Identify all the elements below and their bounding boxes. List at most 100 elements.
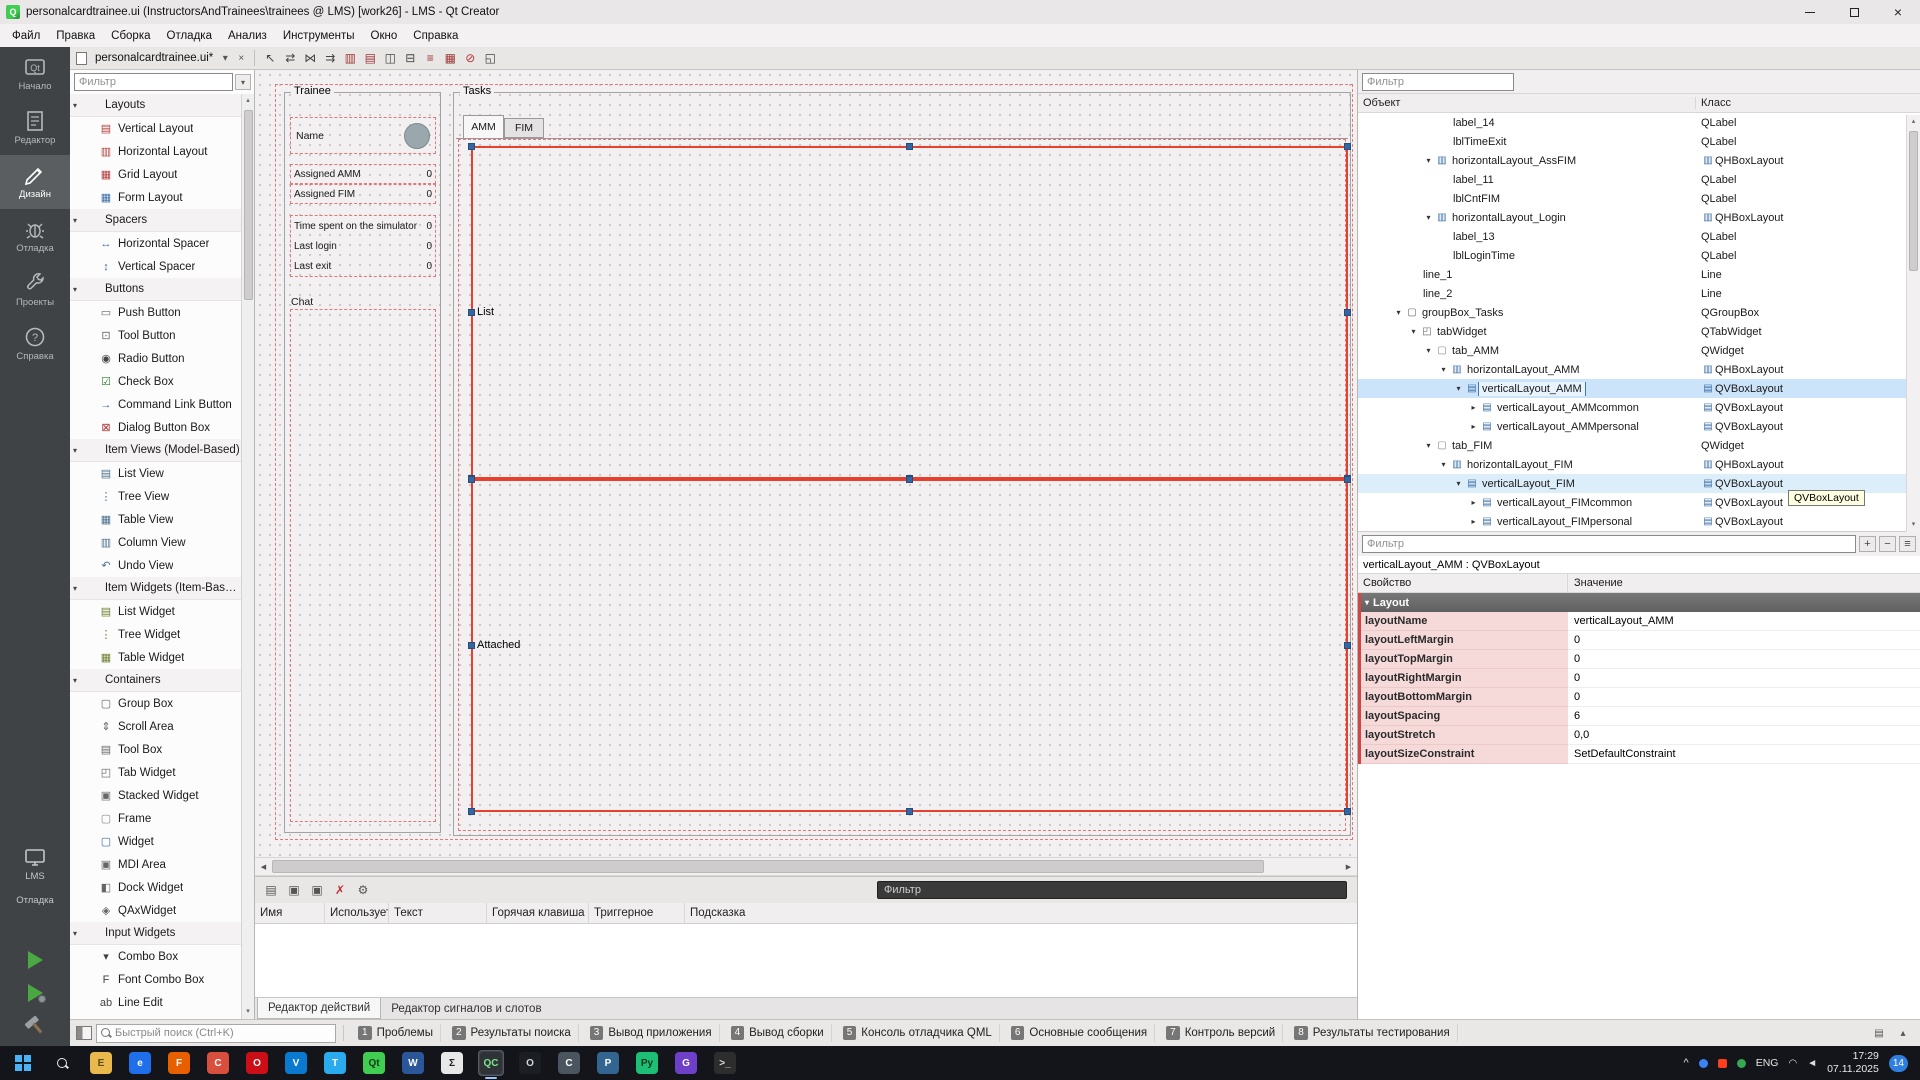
tab-fim[interactable]: FIM (504, 118, 544, 138)
taskbar-app-qt-designer[interactable]: Qt (361, 1050, 387, 1076)
new-action-button[interactable]: ▤ (261, 880, 281, 900)
resize-handle[interactable] (468, 808, 475, 815)
expand-arrow-icon[interactable]: ▾ (1452, 479, 1465, 488)
tasks-groupbox[interactable]: Tasks AMM FIM List Attached (453, 92, 1351, 836)
widget-input-widgets[interactable]: ▾ Input Widgets (70, 922, 241, 945)
scroll-up-icon[interactable]: ▴ (246, 94, 250, 108)
mode-отладка[interactable]: Отладка (0, 209, 70, 263)
configure-actions-button[interactable]: ⚙ (353, 880, 373, 900)
object-label-11[interactable]: label_11 QLabel (1358, 170, 1920, 189)
output-pane-контроль-версий[interactable]: 7 Контроль версий (1159, 1024, 1283, 1042)
widget-dock-widget[interactable]: ◧ Dock Widget (70, 876, 241, 899)
widget-dialog-button-box[interactable]: ⊠ Dialog Button Box (70, 416, 241, 439)
name-row[interactable]: Name (290, 117, 436, 154)
output-pane-вывод-приложения[interactable]: 3 Вывод приложения (583, 1024, 720, 1042)
widget-list-view[interactable]: ▤ List View (70, 462, 241, 485)
language-indicator[interactable]: ENG (1756, 1057, 1779, 1069)
object-tabwidget[interactable]: ▾ ◰ tabWidget QTabWidget (1358, 322, 1920, 341)
action-filter-input[interactable] (877, 881, 1347, 899)
object-tab-fim[interactable]: ▾ ▢ tab_FIM QWidget (1358, 436, 1920, 455)
taskbar-app-sigma[interactable]: Σ (439, 1050, 465, 1076)
object-tree-scrollbar[interactable]: ▴ ▾ (1906, 115, 1920, 532)
taskbar-app-explorer[interactable]: E (88, 1050, 114, 1076)
object-lblcntfim[interactable]: lblCntFIM QLabel (1358, 189, 1920, 208)
expand-arrow-icon[interactable]: ▸ (1467, 403, 1480, 412)
tab-action-editor[interactable]: Редактор действий (257, 998, 381, 1019)
layout-horizontally-tool[interactable]: ▥ (340, 48, 360, 68)
edit-signals-slots-tool[interactable]: ⇄ (280, 48, 300, 68)
widget-qaxwidget[interactable]: ◈ QAxWidget (70, 899, 241, 922)
hscroll-thumb[interactable] (272, 860, 1264, 873)
scroll-left-icon[interactable]: ◀ (255, 858, 272, 875)
network-icon[interactable]: ◠ (1788, 1058, 1797, 1069)
notification-badge[interactable]: 14 (1889, 1055, 1908, 1072)
scroll-right-icon[interactable]: ▶ (1340, 858, 1357, 875)
mode-дизайн[interactable]: Дизайн (0, 155, 70, 209)
column-property[interactable]: Свойство (1358, 574, 1568, 592)
property-layoutname[interactable]: layoutName verticalLayout_AMM (1358, 612, 1920, 631)
mode-проекты[interactable]: Проекты (0, 263, 70, 317)
resize-handle[interactable] (906, 808, 913, 815)
menu-файл[interactable]: Файл (4, 27, 48, 45)
property-options-button[interactable]: ≡ (1899, 536, 1916, 552)
column-текст[interactable]: Текст (389, 903, 487, 923)
output-pane-основные-сообщения[interactable]: 6 Основные сообщения (1004, 1024, 1155, 1042)
taskbar-app-edge[interactable]: e (127, 1050, 153, 1076)
layout-horizontal-splitter-tool[interactable]: ◫ (380, 48, 400, 68)
menu-анализ[interactable]: Анализ (220, 27, 275, 45)
object-label-13[interactable]: label_13 QLabel (1358, 227, 1920, 246)
output-pane-проблемы[interactable]: 1 Проблемы (351, 1024, 441, 1042)
sidebar-toggle-icon[interactable] (76, 1026, 92, 1040)
paste-action-button[interactable]: ▣ (307, 880, 327, 900)
widget-vertical-spacer[interactable]: ↕ Vertical Spacer (70, 255, 241, 278)
property-layoutspacing[interactable]: layoutSpacing 6 (1358, 707, 1920, 726)
selected-layout-attached[interactable]: Attached (471, 479, 1348, 812)
menu-правка[interactable]: Правка (48, 27, 103, 45)
edit-widgets-tool[interactable]: ↖ (260, 48, 280, 68)
widget-item-widgets-item-based[interactable]: ▾ Item Widgets (Item-Based) (70, 577, 241, 600)
widget-buttons[interactable]: ▾ Buttons (70, 278, 241, 301)
expand-arrow-icon[interactable]: ▾ (1452, 384, 1465, 393)
taskbar-search-button[interactable] (49, 1050, 75, 1076)
widget-horizontal-layout[interactable]: ▥ Horizontal Layout (70, 140, 241, 163)
delete-action-button[interactable]: ✗ (330, 880, 350, 900)
expand-arrow-icon[interactable]: ▾ (1392, 308, 1405, 317)
layout-vertical-splitter-tool[interactable]: ⊟ (400, 48, 420, 68)
taskbar-app-terminal[interactable]: >_ (712, 1050, 738, 1076)
locator-input[interactable] (115, 1027, 331, 1039)
expand-arrow-icon[interactable]: ▾ (1422, 213, 1435, 222)
tray-expand-icon[interactable]: ^ (1684, 1057, 1689, 1069)
edit-tab-order-tool[interactable]: ⇉ (320, 48, 340, 68)
taskbar-app-obs[interactable]: O (517, 1050, 543, 1076)
tab-signals-slots-editor[interactable]: Редактор сигналов и слотов (381, 998, 551, 1019)
column-value[interactable]: Значение (1568, 577, 1623, 589)
output-pane-консоль-отладчика-qml[interactable]: 5 Консоль отладчика QML (836, 1024, 1000, 1042)
column-триггерное[interactable]: Триггерное (589, 903, 685, 923)
scroll-down-icon[interactable]: ▾ (246, 1005, 250, 1019)
expand-arrow-icon[interactable]: ▾ (1422, 156, 1435, 165)
property-layoutrightmargin[interactable]: layoutRightMargin 0 (1358, 669, 1920, 688)
menu-сборка[interactable]: Сборка (103, 27, 158, 45)
output-panes-menu-button[interactable]: ▤ (1870, 1025, 1888, 1041)
maximize-button[interactable] (1832, 0, 1876, 24)
object-tab-amm[interactable]: ▾ ▢ tab_AMM QWidget (1358, 341, 1920, 360)
widget-filter-input[interactable] (74, 73, 233, 91)
field-assigned-amm[interactable]: Assigned AMM 0 (290, 164, 436, 184)
widget-box-scrollbar[interactable]: ▴ ▾ (241, 94, 254, 1019)
widget-list-widget[interactable]: ▤ List Widget (70, 600, 241, 623)
object-lbltimeexit[interactable]: lblTimeExit QLabel (1358, 132, 1920, 151)
taskbar-app-pycharm[interactable]: Py (634, 1050, 660, 1076)
clock[interactable]: 17:29 07.11.2025 (1827, 1050, 1879, 1075)
action-table-body[interactable] (255, 924, 1357, 997)
widget-command-link-button[interactable]: → Command Link Button (70, 393, 241, 416)
taskbar-app-word[interactable]: W (400, 1050, 426, 1076)
field-last-login[interactable]: Last login 0 (291, 236, 435, 256)
widget-scroll-area[interactable]: ⇕ Scroll Area (70, 715, 241, 738)
taskbar-app-chrome[interactable]: C (205, 1050, 231, 1076)
widget-mdi-area[interactable]: ▣ MDI Area (70, 853, 241, 876)
object-line-2[interactable]: line_2 Line (1358, 284, 1920, 303)
widget-group-box[interactable]: ▢ Group Box (70, 692, 241, 715)
bluetooth-tray-icon[interactable] (1699, 1059, 1708, 1068)
widget-table-widget[interactable]: ▦ Table Widget (70, 646, 241, 669)
start-button[interactable] (10, 1050, 36, 1076)
